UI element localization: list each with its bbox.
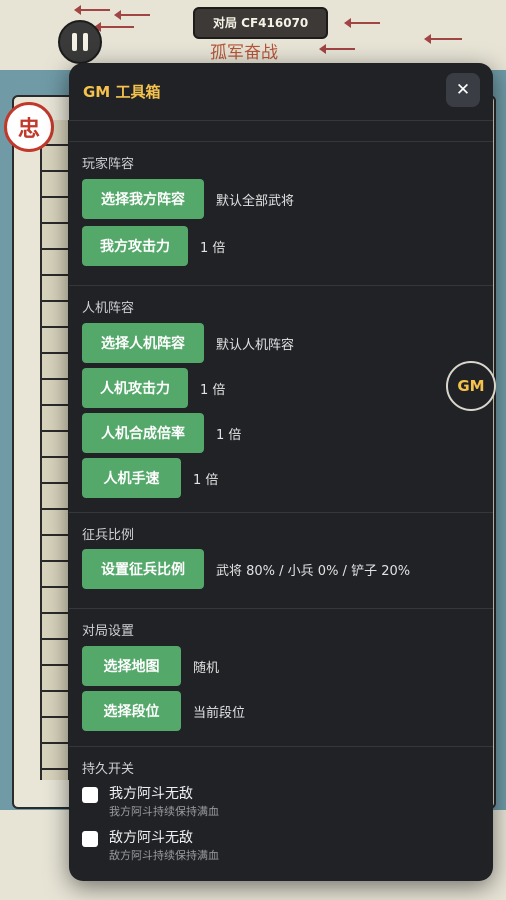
map-row: 选择地图 随机 xyxy=(82,646,219,686)
section-title: 持久开关 xyxy=(82,762,135,777)
player-attack-value: 1 倍 xyxy=(200,240,226,256)
toggle-description: 敌方阿斗持续保持满血 xyxy=(109,849,219,862)
select-player-lineup-button[interactable]: 选择我方阵容 xyxy=(82,179,204,219)
section-title: 征兵比例 xyxy=(82,528,135,543)
panel-header: GM 工具箱 ✕ xyxy=(69,63,493,121)
section-title: 玩家阵容 xyxy=(82,157,135,172)
section-player-lineup: 玩家阵容 选择我方阵容 默认全部武将 我方攻击力 1 倍 xyxy=(69,141,493,286)
set-recruit-ratio-button[interactable]: 设置征兵比例 xyxy=(82,549,204,589)
pause-button[interactable] xyxy=(58,20,102,64)
rank-row: 选择段位 当前段位 xyxy=(82,691,245,731)
ai-attack-button[interactable]: 人机攻击力 xyxy=(82,368,188,408)
section-recruit-ratio: 征兵比例 设置征兵比例 武将 80% / 小兵 0% / 铲子 20% xyxy=(69,512,493,609)
checkbox[interactable] xyxy=(82,787,98,803)
pause-icon xyxy=(83,33,88,51)
close-button[interactable]: ✕ xyxy=(446,73,480,107)
toggle-label: 敌方阿斗无敌 xyxy=(109,830,193,846)
ai-lineup-row: 选择人机阵容 默认人机阵容 xyxy=(82,323,294,363)
player-attack-row: 我方攻击力 1 倍 xyxy=(82,226,225,266)
ai-merge-rate-button[interactable]: 人机合成倍率 xyxy=(82,413,204,453)
arrow-decoration xyxy=(344,18,380,28)
arrow-decoration xyxy=(319,44,355,54)
arrow-decoration xyxy=(424,34,462,44)
loyalty-token-icon: 忠 xyxy=(4,102,54,152)
panel-title: GM 工具箱 xyxy=(83,83,161,101)
toggle-label: 我方阿斗无敌 xyxy=(109,786,193,802)
arrow-decoration xyxy=(74,5,110,15)
ai-speed-value: 1 倍 xyxy=(193,472,219,488)
arrow-decoration xyxy=(114,10,150,20)
ai-speed-button[interactable]: 人机手速 xyxy=(82,458,181,498)
rank-value: 当前段位 xyxy=(193,705,246,721)
ai-lineup-value: 默认人机阵容 xyxy=(216,337,295,353)
ai-merge-row: 人机合成倍率 1 倍 xyxy=(82,413,241,453)
section-title: 人机阵容 xyxy=(82,301,135,316)
stage-title: 孤军奋战 xyxy=(210,43,278,63)
pause-icon xyxy=(72,33,77,51)
recruit-ratio-row: 设置征兵比例 武将 80% / 小兵 0% / 铲子 20% xyxy=(82,549,410,589)
section-match-settings: 对局设置 选择地图 随机 选择段位 当前段位 xyxy=(69,608,493,747)
ai-speed-row: 人机手速 1 倍 xyxy=(82,458,218,498)
checkbox[interactable] xyxy=(82,831,98,847)
gm-floating-button[interactable]: GM xyxy=(446,361,496,411)
recruit-ratio-value: 武将 80% / 小兵 0% / 铲子 20% xyxy=(216,563,411,579)
toggle-player-adou-invincible[interactable]: 我方阿斗无敌 我方阿斗持续保持满血 xyxy=(82,784,219,819)
player-lineup-row: 选择我方阵容 默认全部武将 xyxy=(82,179,294,219)
select-map-button[interactable]: 选择地图 xyxy=(82,646,181,686)
arrow-decoration xyxy=(94,22,134,32)
player-attack-button[interactable]: 我方攻击力 xyxy=(82,226,188,266)
ladder-rail xyxy=(40,120,70,780)
close-icon: ✕ xyxy=(455,80,471,100)
toggle-enemy-adou-invincible[interactable]: 敌方阿斗无敌 敌方阿斗持续保持满血 xyxy=(82,828,219,863)
match-id-badge: 对局 CF416070 xyxy=(193,7,329,39)
toggle-description: 我方阿斗持续保持满血 xyxy=(109,805,219,818)
section-title: 对局设置 xyxy=(82,624,135,639)
ai-attack-value: 1 倍 xyxy=(200,382,226,398)
player-lineup-value: 默认全部武将 xyxy=(216,193,295,209)
ai-merge-rate-value: 1 倍 xyxy=(216,427,242,443)
map-value: 随机 xyxy=(193,660,220,676)
section-ai-lineup: 人机阵容 选择人机阵容 默认人机阵容 人机攻击力 1 倍 人机合成倍率 1 倍 … xyxy=(69,285,493,513)
select-rank-button[interactable]: 选择段位 xyxy=(82,691,181,731)
gm-toolbox-panel: GM 工具箱 ✕ 玩家阵容 选择我方阵容 默认全部武将 我方攻击力 1 倍 人机… xyxy=(69,63,493,881)
panel-body: 玩家阵容 选择我方阵容 默认全部武将 我方攻击力 1 倍 人机阵容 选择人机阵容… xyxy=(69,121,493,881)
select-ai-lineup-button[interactable]: 选择人机阵容 xyxy=(82,323,204,363)
ai-attack-row: 人机攻击力 1 倍 xyxy=(82,368,225,408)
section-persistent-toggles: 持久开关 我方阿斗无敌 我方阿斗持续保持满血 敌方阿斗无敌 敌方阿斗持续保持满血 xyxy=(69,746,493,881)
